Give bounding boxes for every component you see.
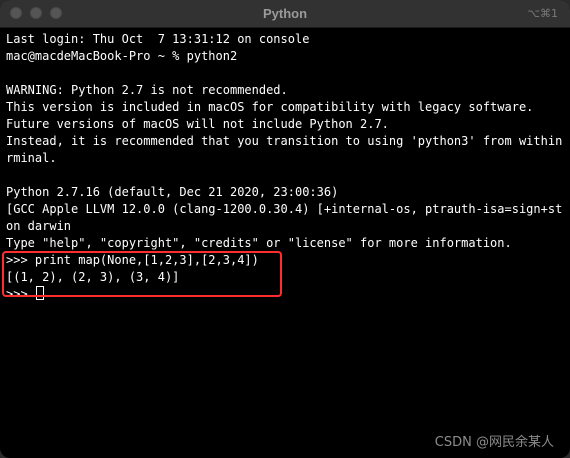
highlight-annotation-box [2,251,282,297]
window-shortcut: ⌥⌘1 [527,7,558,20]
terminal-line-shell-command: mac@macdeMacBook-Pro ~ % python2 [6,49,238,63]
terminal-window: Python ⌥⌘1 Last login: Thu Oct 7 13:31:1… [0,0,570,458]
terminal-line-last-login: Last login: Thu Oct 7 13:31:12 on consol… [6,32,310,46]
terminal-line-python-version: Python 2.7.16 (default, Dec 21 2020, 23:… [6,185,339,199]
title-bar[interactable]: Python ⌥⌘1 [0,0,570,28]
terminal-line-compiler-info: [GCC Apple LLVM 12.0.0 (clang-1200.0.30.… [6,202,564,216]
terminal-line-warning-recommend-wrap: rminal. [6,151,57,165]
watermark-text: CSDN @网民余某人 [434,435,554,450]
terminal-line-warning: WARNING: Python 2.7 is not recommended. [6,83,288,97]
terminal-line-compiler-info-wrap: on darwin [6,219,72,233]
terminal-line-warning-future: Future versions of macOS will not includ… [6,117,389,131]
terminal-line-warning-detail: This version is included in macOS for co… [6,100,534,114]
terminal-line-help-hint: Type "help", "copyright", "credits" or "… [6,236,512,250]
window-title: Python [262,6,308,21]
terminal-line-warning-recommend: Instead, it is recommended that you tran… [6,134,564,148]
